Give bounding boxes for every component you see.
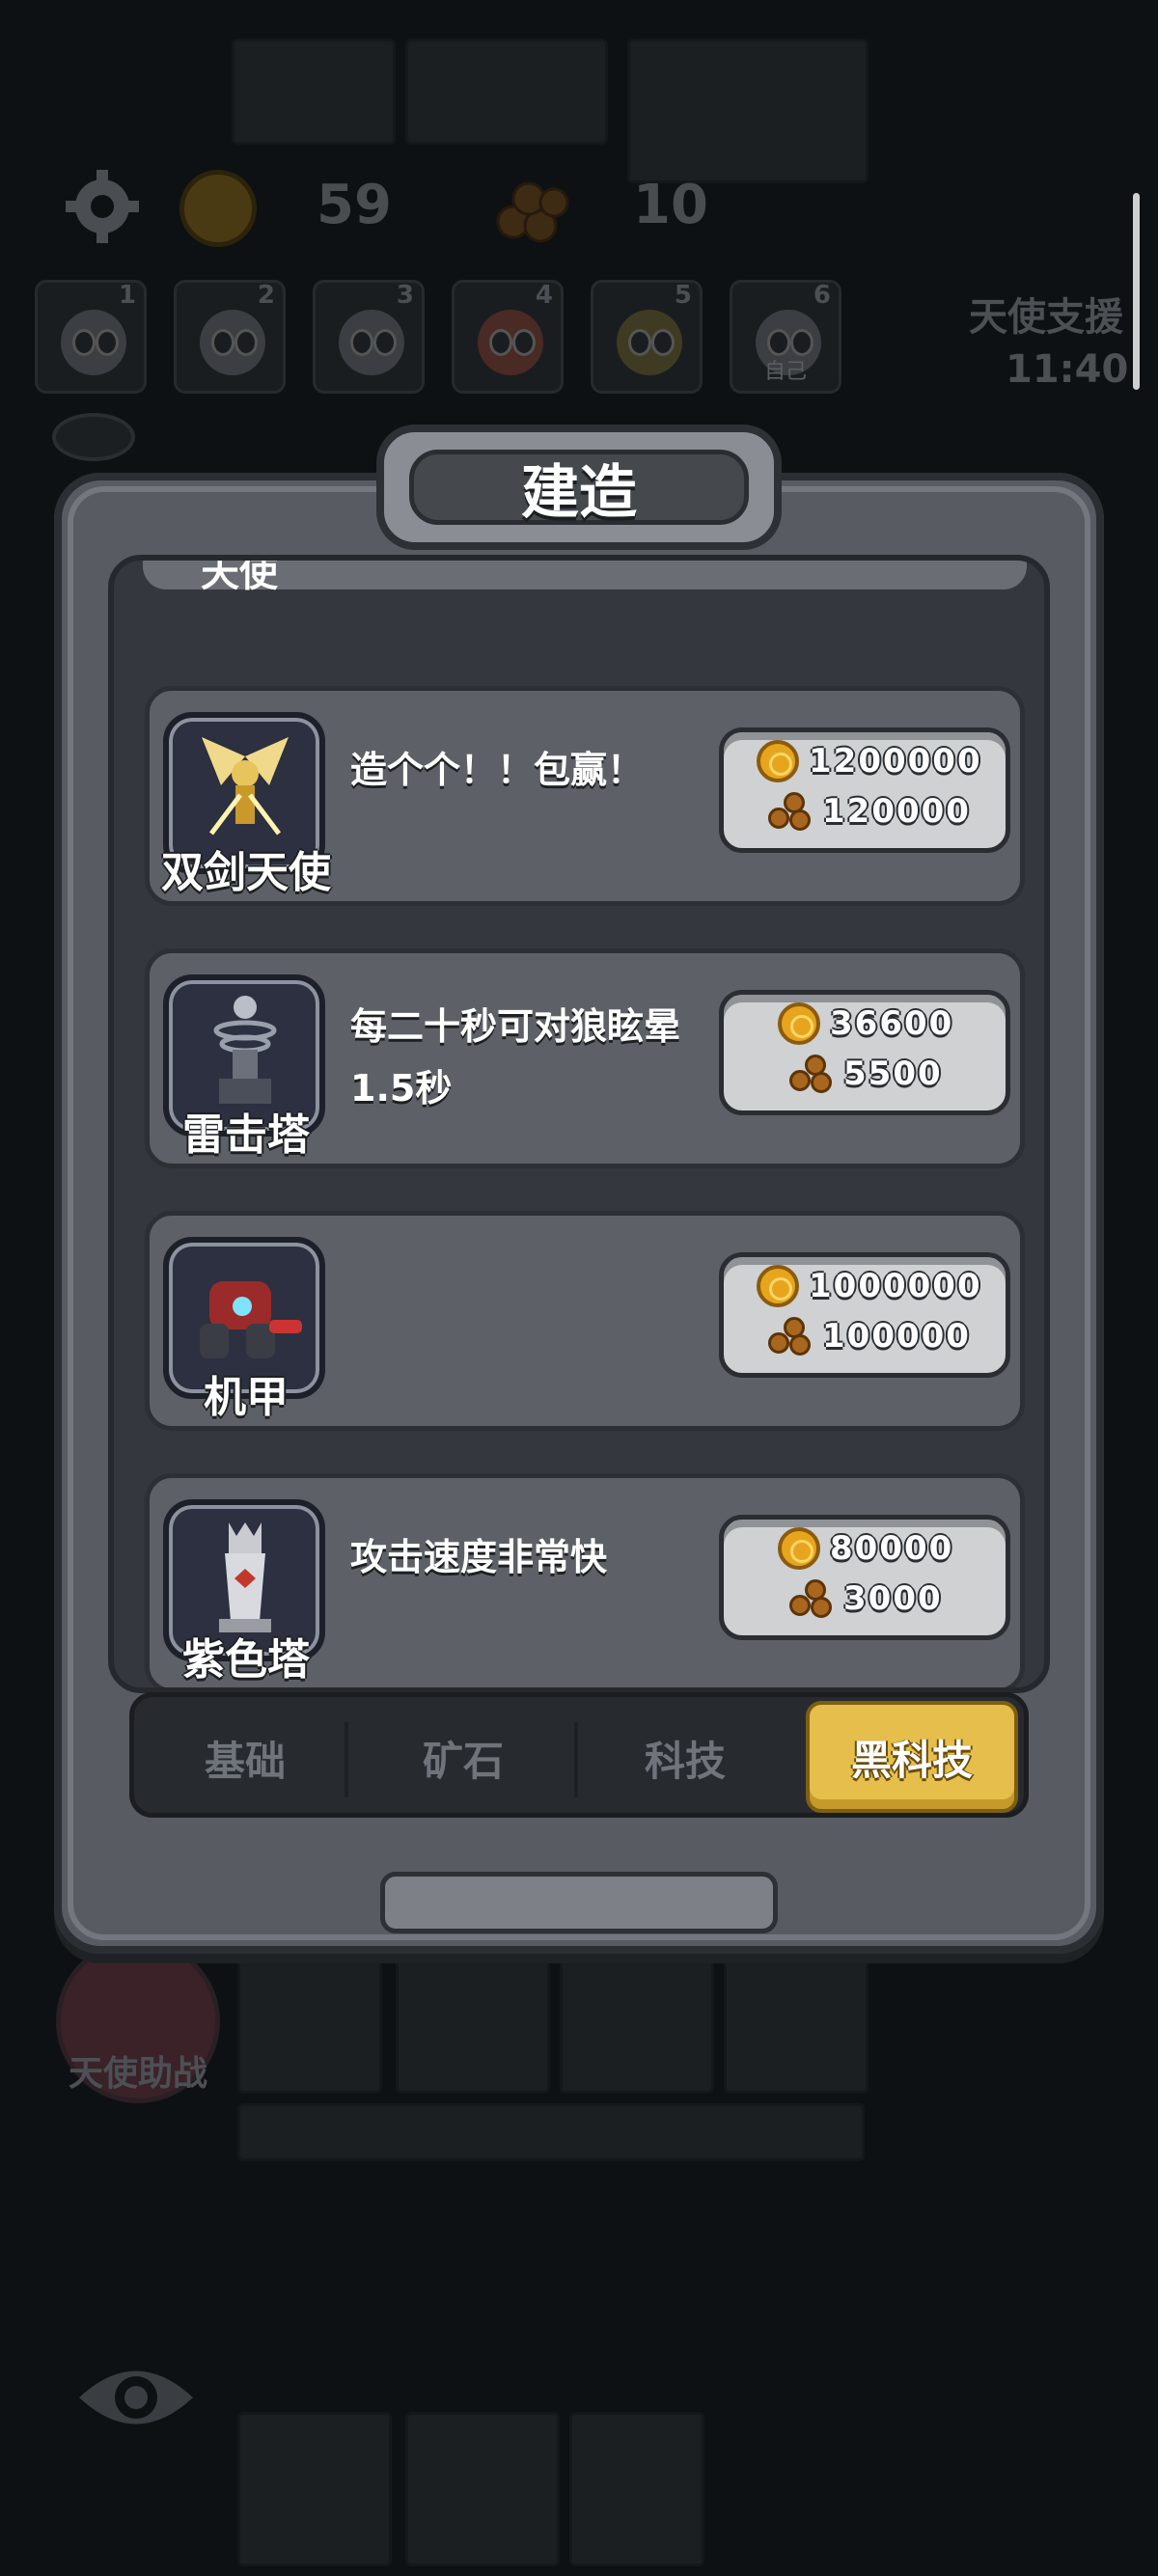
player-slot-1[interactable]: 1	[35, 280, 147, 394]
wood-icon	[789, 1579, 834, 1618]
gold-coin-icon	[757, 1265, 799, 1307]
tab-basic[interactable]: 基础	[144, 1705, 346, 1811]
build-item[interactable]: 紫色塔 攻击速度非常快 80000 3000	[145, 1473, 1025, 1687]
build-item-description: 攻击速度非常快	[350, 1536, 608, 1578]
slot-number: 2	[257, 281, 275, 310]
slot-number: 6	[813, 281, 831, 310]
background-tile	[237, 2103, 865, 2161]
tab-tech[interactable]: 科技	[584, 1705, 786, 1811]
build-item-name: 双剑天使	[161, 848, 331, 897]
red-hood-avatar-icon	[478, 310, 543, 375]
scroll-indicator	[1133, 193, 1140, 390]
build-item[interactable]: 雷击塔 每二十秒可对狼眩晕1.5秒 36600 5500	[145, 948, 1025, 1168]
wood-cost: 5500	[843, 1055, 943, 1093]
background-tile	[232, 39, 396, 145]
wood-cost: 120000	[822, 792, 971, 831]
background-tile	[396, 1949, 550, 2094]
wood-icon	[789, 1055, 834, 1093]
gold-cost: 36600	[830, 1004, 954, 1043]
gold-coin-icon	[778, 1002, 820, 1045]
buy-button[interactable]: 80000 3000	[719, 1515, 1010, 1640]
build-item-name: 雷击塔	[182, 1110, 310, 1160]
self-label: 自己	[763, 360, 807, 384]
wood-icon	[490, 170, 573, 247]
game-screen: { "hud": { "gold_count": "59", "wood_cou…	[0, 0, 1158, 2576]
category-tabs: 基础 矿石 科技 黑科技	[129, 1692, 1029, 1818]
slot-number: 5	[674, 281, 692, 310]
background-tile	[237, 2412, 392, 2566]
eye-icon[interactable]	[73, 2354, 199, 2441]
tab-divider	[574, 1722, 578, 1797]
wood-cost: 3000	[843, 1579, 943, 1618]
angel-support-label: 天使支援	[969, 295, 1123, 340]
panel-title: 建造	[521, 458, 637, 527]
sheep-avatar-icon	[339, 310, 404, 375]
tab-black-tech[interactable]: 黑科技	[806, 1701, 1018, 1813]
buy-button[interactable]: 1000000 100000	[719, 1252, 1010, 1378]
build-item-name: 天使	[201, 555, 278, 595]
slot-number: 1	[118, 281, 136, 310]
tab-ore[interactable]: 矿石	[362, 1705, 565, 1811]
background-tile	[405, 39, 608, 145]
slot-number: 4	[535, 281, 553, 310]
wood-icon	[768, 792, 813, 831]
tab-divider	[345, 1722, 348, 1797]
buy-button[interactable]: 36600 5500	[719, 990, 1010, 1115]
gold-coin-icon	[757, 740, 799, 782]
settings-gear-icon[interactable]	[62, 166, 143, 247]
sheep-avatar-icon	[61, 310, 126, 375]
wood-icon	[768, 1317, 813, 1356]
player-slot-5[interactable]: 5	[591, 280, 703, 394]
build-item-list[interactable]: 天使 双剑天使 造个个！！包赢！ 1200000 120000 雷击塔 每二十秒…	[108, 555, 1050, 1693]
background-tile	[560, 1949, 714, 2094]
support-timer: 11:40	[1006, 347, 1129, 392]
build-item-description: 造个个！！包赢！	[350, 749, 645, 791]
background-tile	[724, 1949, 868, 2094]
background-tile	[569, 2412, 704, 2566]
gold-count: 59	[317, 174, 392, 236]
build-item[interactable]: 机甲 1000000 100000	[145, 1211, 1025, 1431]
wood-cost: 100000	[822, 1317, 971, 1356]
player-slot-3[interactable]: 3	[313, 280, 425, 394]
gold-coin-icon	[179, 170, 257, 247]
ufo-icon	[52, 413, 135, 461]
build-item-name: 机甲	[204, 1373, 289, 1422]
wood-count: 10	[633, 174, 708, 236]
buy-button[interactable]: 1200000 120000	[719, 727, 1010, 853]
sheep-avatar-icon	[200, 310, 265, 375]
build-item[interactable]: 双剑天使 造个个！！包赢！ 1200000 120000	[145, 686, 1025, 906]
player-slot-6[interactable]: 6 自己	[730, 280, 841, 394]
panel-title-plate: 建造	[376, 425, 782, 550]
background-tile	[237, 1949, 382, 2094]
slot-number: 3	[396, 281, 414, 310]
gold-coin-icon	[778, 1527, 820, 1570]
gold-cost: 1200000	[809, 742, 982, 781]
build-item-partial[interactable]: 天使	[143, 561, 1027, 595]
build-item-name: 紫色塔	[182, 1635, 310, 1685]
spiky-hair-avatar-icon	[617, 310, 682, 375]
player-slot-2[interactable]: 2	[174, 280, 286, 394]
build-item-description: 每二十秒可对狼眩晕1.5秒	[350, 1005, 681, 1110]
panel-bottom-plate	[380, 1872, 778, 1933]
angel-help-label: 天使助战	[68, 2054, 207, 2094]
background-tile	[405, 2412, 560, 2566]
gold-cost: 1000000	[809, 1267, 982, 1305]
background-tile	[627, 39, 868, 183]
player-slot-4[interactable]: 4	[452, 280, 564, 394]
gold-cost: 80000	[830, 1529, 954, 1568]
